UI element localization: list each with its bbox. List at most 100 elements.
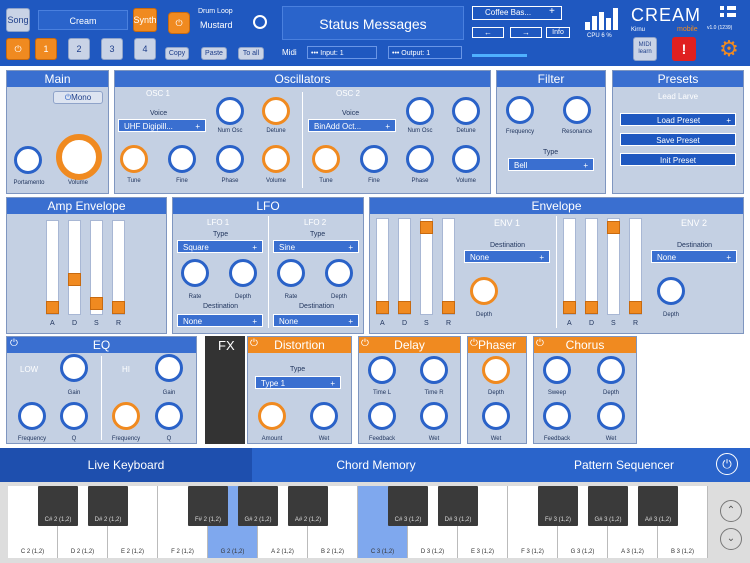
amp-attack-fader[interactable] [46, 220, 59, 315]
chorus-sweep-knob[interactable] [543, 356, 571, 384]
tab-pattern-sequencer[interactable]: Pattern Sequencer [500, 448, 748, 482]
octave-up-icon[interactable]: ⌃ [720, 500, 742, 522]
osc1-phase-knob[interactable] [216, 145, 244, 173]
load-preset-button[interactable]: Load Preset + [620, 113, 736, 126]
osc1-volume-knob[interactable] [262, 145, 290, 173]
black-key[interactable]: A# 3 (1,2) [638, 486, 678, 526]
synth-button[interactable]: Synth [133, 8, 157, 32]
env2-dest-select[interactable]: None + [651, 250, 737, 263]
plus-icon[interactable]: + [549, 6, 555, 17]
osc2-phase-knob[interactable] [406, 145, 434, 173]
drum-volume-knob[interactable] [253, 15, 267, 29]
lfo2-dest-select[interactable]: None + [273, 314, 359, 327]
chorus-power-icon[interactable]: ⏻ [536, 338, 544, 349]
lfo2-depth-knob[interactable] [325, 259, 353, 287]
eq-low-frequency-knob[interactable] [18, 402, 46, 430]
delay-time-r-knob[interactable] [420, 356, 448, 384]
lfo1-type-select[interactable]: Square + [177, 240, 263, 253]
drum-power-icon[interactable]: ⏻ [168, 12, 190, 34]
gear-icon[interactable]: ⚙ [716, 36, 742, 62]
preset-name[interactable]: Cream [38, 10, 128, 30]
song-button[interactable]: Song [6, 8, 30, 32]
prev-arrow-icon[interactable]: ← [472, 27, 504, 38]
black-key[interactable]: A# 2 (1,2) [288, 486, 328, 526]
to-all-button[interactable]: To all [238, 47, 264, 60]
eq-hi-q-knob[interactable] [155, 402, 183, 430]
env1-sustain-fader[interactable] [420, 218, 433, 315]
mono-toggle[interactable]: ⏻ Mono [53, 91, 103, 104]
midi-learn-button[interactable]: MIDI learn [633, 37, 657, 61]
slot-3-button[interactable]: 3 [101, 38, 123, 60]
lfo1-dest-select[interactable]: None + [177, 314, 263, 327]
slot-1-button[interactable]: 1 [35, 38, 57, 60]
tab-live-keyboard[interactable]: Live Keyboard [0, 448, 252, 482]
distortion-wet-knob[interactable] [310, 402, 338, 430]
black-key[interactable]: D# 2 (1,2) [88, 486, 128, 526]
volume-knob[interactable] [56, 134, 102, 180]
black-key[interactable]: C# 3 (1,2) [388, 486, 428, 526]
black-key[interactable]: F# 3 (1,2) [538, 486, 578, 526]
save-preset-button[interactable]: Save Preset [620, 133, 736, 146]
osc2-numosc-knob[interactable] [406, 97, 434, 125]
osc1-voice-select[interactable]: UHF Digipill... + [118, 119, 206, 132]
eq-low-gain-knob[interactable] [60, 354, 88, 382]
power-icon[interactable]: ⏻ [6, 38, 30, 60]
delay-power-icon[interactable]: ⏻ [361, 338, 369, 349]
eq-power-icon[interactable]: ⏻ [10, 338, 18, 349]
env1-attack-fader[interactable] [376, 218, 389, 315]
tab-chord-memory[interactable]: Chord Memory [252, 448, 500, 482]
slot-4-button[interactable]: 4 [134, 38, 156, 60]
osc1-numosc-knob[interactable] [216, 97, 244, 125]
osc1-tune-knob[interactable] [120, 145, 148, 173]
chorus-depth-knob[interactable] [597, 356, 625, 384]
distortion-power-icon[interactable]: ⏻ [250, 338, 258, 349]
octave-down-icon[interactable]: ⌄ [720, 528, 742, 550]
black-key[interactable]: G# 3 (1,2) [588, 486, 628, 526]
paste-button[interactable]: Paste [201, 47, 227, 60]
drum-loop-value[interactable]: Mustard [200, 20, 233, 30]
phaser-power-icon[interactable]: ⏻ [470, 338, 478, 349]
lfo2-rate-knob[interactable] [277, 259, 305, 287]
lfo1-depth-knob[interactable] [229, 259, 257, 287]
portamento-knob[interactable] [14, 146, 42, 174]
black-key[interactable]: D# 3 (1,2) [438, 486, 478, 526]
env1-release-fader[interactable] [442, 218, 455, 315]
delay-time-l-knob[interactable] [368, 356, 396, 384]
env2-release-fader[interactable] [629, 218, 642, 315]
alert-icon[interactable]: ! [672, 37, 696, 61]
midi-input-select[interactable]: ••• Input: 1 [307, 46, 377, 59]
env1-decay-fader[interactable] [398, 218, 411, 315]
phaser-wet-knob[interactable] [482, 402, 510, 430]
env2-decay-fader[interactable] [585, 218, 598, 315]
eq-hi-frequency-knob[interactable] [112, 402, 140, 430]
env2-sustain-fader[interactable] [607, 218, 620, 315]
info-button[interactable]: Info [546, 27, 570, 38]
osc2-detune-knob[interactable] [452, 97, 480, 125]
resonance-knob[interactable] [563, 96, 591, 124]
env2-attack-fader[interactable] [563, 218, 576, 315]
black-key[interactable]: F# 2 (1,2) [188, 486, 228, 526]
init-preset-button[interactable]: Init Preset [620, 153, 736, 166]
keyboard-power-icon[interactable]: ⏻ [716, 453, 738, 475]
eq-hi-gain-knob[interactable] [155, 354, 183, 382]
delay-wet-knob[interactable] [420, 402, 448, 430]
delay-feedback-knob[interactable] [368, 402, 396, 430]
midi-output-select[interactable]: ••• Output: 1 [388, 46, 462, 59]
lfo1-rate-knob[interactable] [181, 259, 209, 287]
osc2-tune-knob[interactable] [312, 145, 340, 173]
slot-2-button[interactable]: 2 [68, 38, 90, 60]
eq-low-q-knob[interactable] [60, 402, 88, 430]
env1-depth-knob[interactable] [470, 277, 498, 305]
chorus-wet-knob[interactable] [597, 402, 625, 430]
filter-type-select[interactable]: Bell + [508, 158, 594, 171]
frequency-knob[interactable] [506, 96, 534, 124]
amp-decay-fader[interactable] [68, 220, 81, 315]
osc2-fine-knob[interactable] [360, 145, 388, 173]
chorus-feedback-knob[interactable] [543, 402, 571, 430]
env2-depth-knob[interactable] [657, 277, 685, 305]
distortion-type-select[interactable]: Type 1 + [255, 376, 341, 389]
osc2-volume-knob[interactable] [452, 145, 480, 173]
osc1-detune-knob[interactable] [262, 97, 290, 125]
black-key[interactable]: G# 2 (1,2) [238, 486, 278, 526]
env1-dest-select[interactable]: None + [464, 250, 550, 263]
